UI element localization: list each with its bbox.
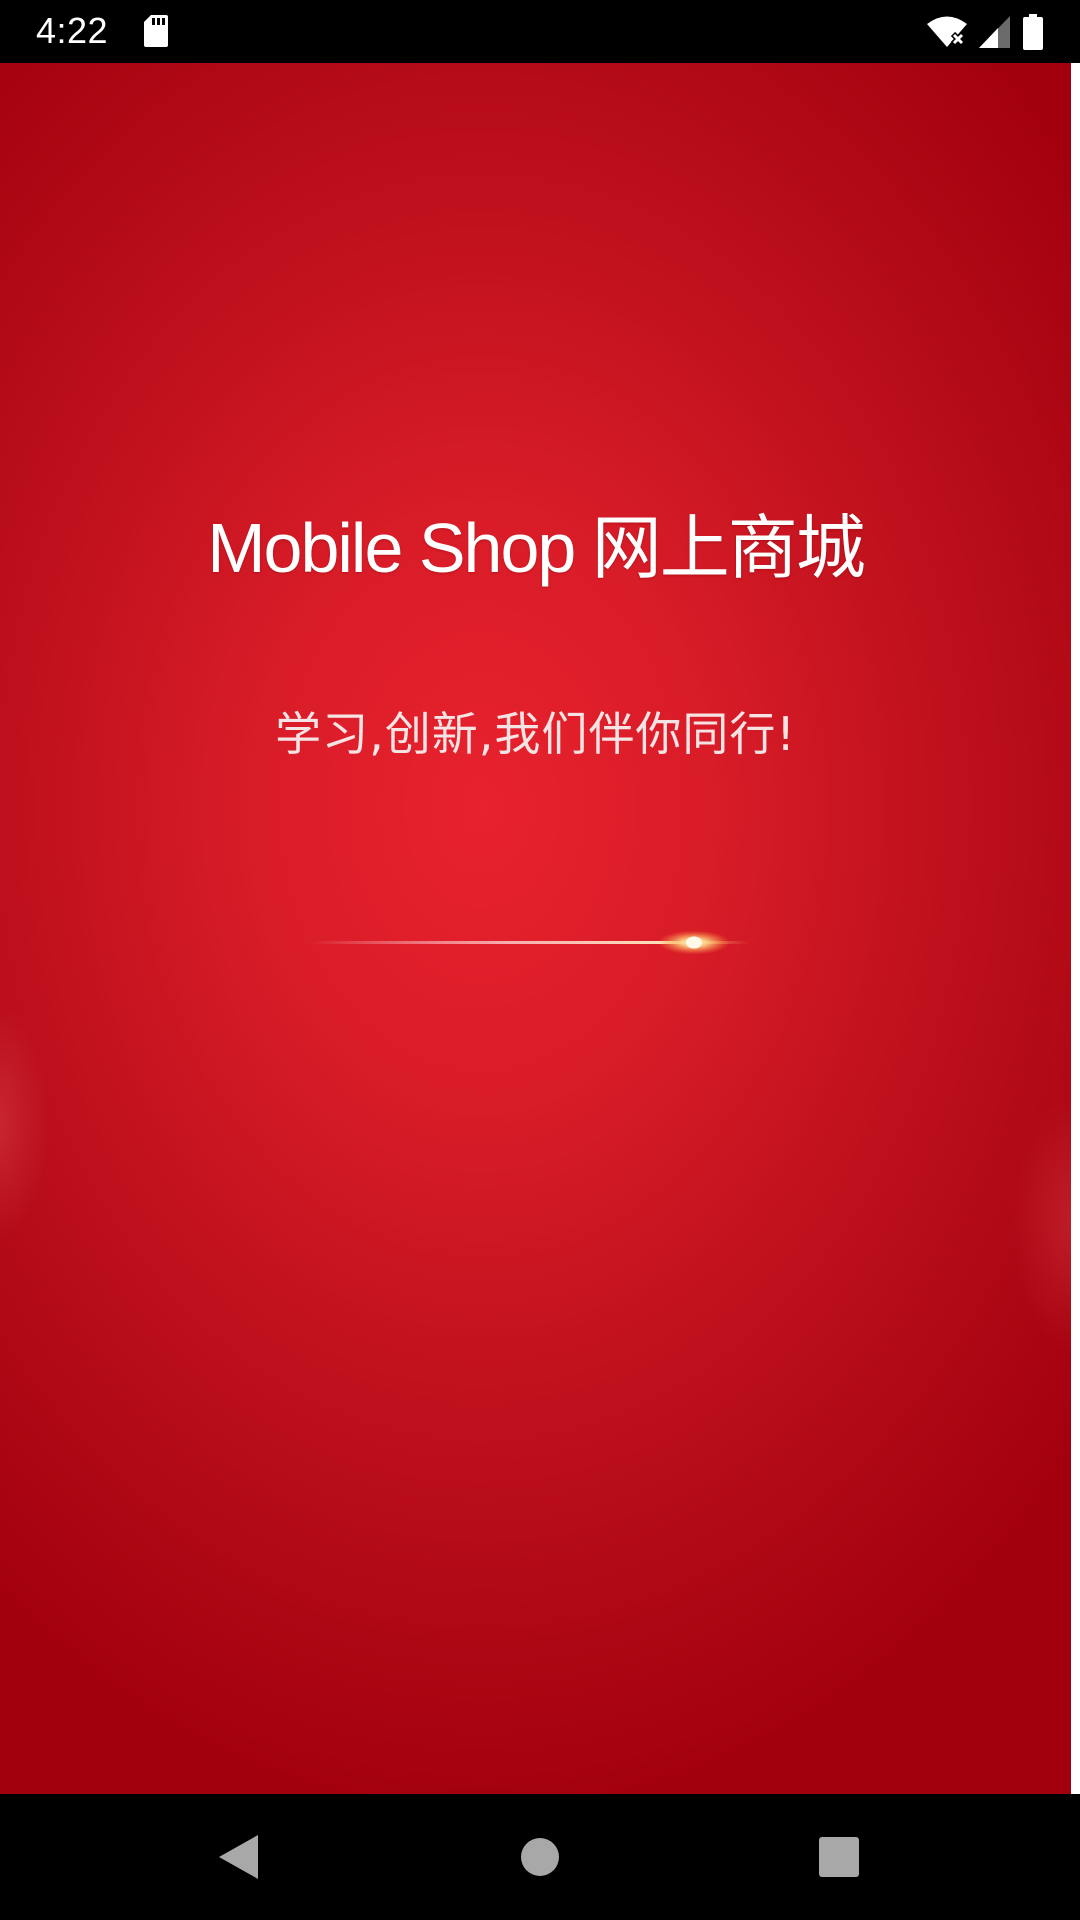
app-title: Mobile Shop 网上商城 xyxy=(207,509,866,587)
left-glow xyxy=(0,1003,50,1243)
light-streak-loading-indicator xyxy=(310,930,750,955)
cell-signal-icon xyxy=(979,16,1010,48)
recents-icon[interactable] xyxy=(814,1832,864,1882)
splash-right-edge xyxy=(1071,63,1080,1794)
screen: 4:22 Mobile Shop 网上商城 学习,创新,我们伴你同行! xyxy=(0,0,1080,1920)
sd-card-icon xyxy=(144,15,168,47)
status-icons xyxy=(926,12,1044,52)
battery-icon xyxy=(1023,14,1043,50)
app-slogan: 学习,创新,我们伴你同行! xyxy=(275,707,796,761)
home-icon[interactable] xyxy=(515,1832,565,1882)
wifi-off-icon xyxy=(927,16,967,47)
navigation-bar xyxy=(0,1794,1080,1920)
status-bar: 4:22 xyxy=(0,0,1080,63)
status-time: 4:22 xyxy=(36,10,109,51)
right-glow xyxy=(1011,1093,1071,1353)
splash-background: Mobile Shop 网上商城 学习,创新,我们伴你同行! xyxy=(0,63,1071,1794)
back-icon[interactable] xyxy=(213,1832,263,1882)
